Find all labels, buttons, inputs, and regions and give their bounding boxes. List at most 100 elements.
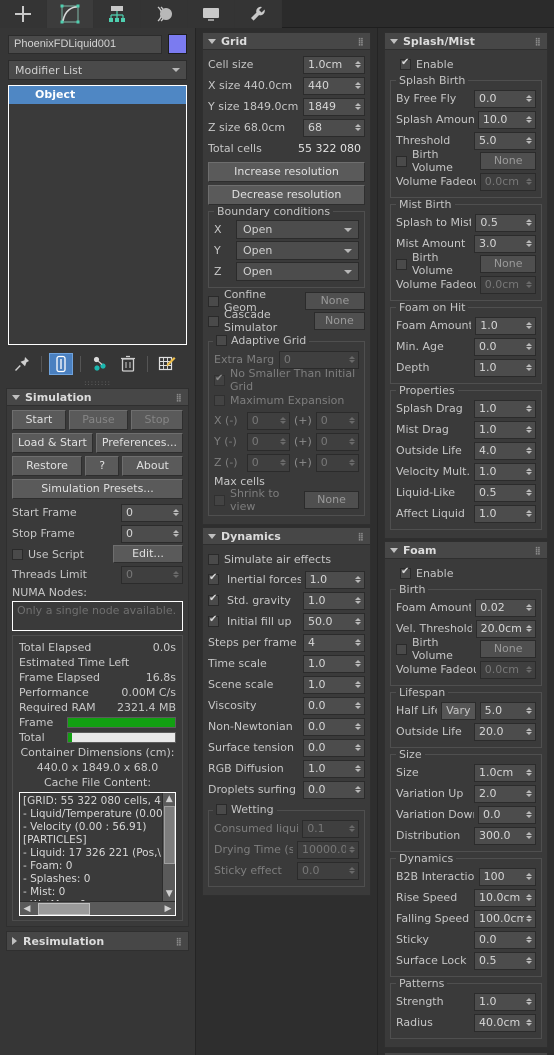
radius-spinner[interactable]: 40.0cm: [474, 1013, 536, 1032]
threshold-spinner[interactable]: 5.0: [474, 131, 536, 150]
size-spinner[interactable]: 1.0cm: [474, 763, 536, 782]
load-and-start-button[interactable]: Load & Start: [12, 433, 93, 453]
utilities-tab[interactable]: [235, 0, 282, 28]
depth-spinner[interactable]: 1.0: [474, 358, 536, 377]
show-end-result-icon[interactable]: [49, 353, 73, 375]
rgb-diffusion-spinner[interactable]: 1.0: [303, 759, 365, 778]
vscroll-track[interactable]: [163, 864, 175, 888]
spinner-arrows-icon[interactable]: [523, 662, 535, 678]
spinner-arrows-icon[interactable]: [523, 890, 535, 906]
scene-scale-spinner[interactable]: 1.0: [303, 675, 365, 694]
create-tab[interactable]: [0, 0, 47, 28]
half-life-spinner[interactable]: 5.0: [479, 701, 536, 720]
foam-outside-life-spinner[interactable]: 20.0: [474, 722, 536, 741]
modifier-list-dropdown[interactable]: Modifier List: [8, 60, 187, 80]
spinner-arrows-icon[interactable]: [346, 821, 358, 837]
adaptive-x-plus-spinner[interactable]: 0: [315, 411, 359, 430]
decrease-resolution-button[interactable]: Decrease resolution: [208, 185, 365, 205]
mist-birth-volume-checkbox[interactable]: [396, 258, 407, 270]
adaptive-y-minus-spinner[interactable]: 0: [246, 432, 290, 451]
spinner-arrows-icon[interactable]: [346, 413, 358, 429]
spinner-arrows-icon[interactable]: [523, 174, 535, 190]
spinner-arrows-icon[interactable]: [523, 91, 535, 107]
spinner-arrows-icon[interactable]: [523, 600, 535, 616]
spinner-arrows-icon[interactable]: [352, 677, 364, 693]
spinner-arrows-icon[interactable]: [523, 464, 535, 480]
threads-limit-spinner[interactable]: 0: [121, 565, 183, 584]
panel-grip[interactable]: ::::::::: [0, 379, 195, 388]
falling-speed-spinner[interactable]: 100.0cm: [474, 909, 536, 928]
spinner-arrows-icon[interactable]: [170, 526, 182, 542]
spinner-arrows-icon[interactable]: [523, 485, 535, 501]
spinner-arrows-icon[interactable]: [352, 78, 364, 94]
y-size-spinner[interactable]: 1849: [303, 97, 365, 116]
spinner-arrows-icon[interactable]: [170, 505, 182, 521]
spinner-arrows-icon[interactable]: [346, 434, 358, 450]
cache-file-content-text[interactable]: [GRID: 55 322 080 cells, 4- Liquid/Tempe…: [20, 793, 163, 901]
initial-fill-up-checkbox[interactable]: [208, 614, 219, 627]
mist-volume-fadeout-spinner[interactable]: 0.0cm: [479, 275, 536, 294]
foam-birth-volume-target-button[interactable]: None: [480, 640, 536, 658]
spinner-arrows-icon[interactable]: [352, 740, 364, 756]
modify-tab[interactable]: [47, 0, 94, 28]
splash-drag-spinner[interactable]: 1.0: [474, 399, 536, 418]
mist-drag-spinner[interactable]: 1.0: [474, 420, 536, 439]
initial-fill-up-spinner[interactable]: 50.0: [303, 612, 365, 631]
inertial-forces-checkbox[interactable]: [208, 572, 219, 585]
start-frame-spinner[interactable]: 0: [121, 503, 183, 522]
spinner-arrows-icon[interactable]: [346, 352, 358, 368]
numa-nodes-list[interactable]: Only a single node available.: [12, 601, 183, 631]
spinner-arrows-icon[interactable]: [523, 765, 535, 781]
start-button[interactable]: Start: [12, 410, 66, 430]
spinner-arrows-icon[interactable]: [352, 120, 364, 136]
velocity-mult-spinner[interactable]: 1.0: [474, 462, 536, 481]
scroll-up-icon[interactable]: ▲: [166, 793, 173, 806]
spinner-arrows-icon[interactable]: [523, 112, 535, 128]
spinner-arrows-icon[interactable]: [352, 656, 364, 672]
boundary-x-dropdown[interactable]: Open: [236, 220, 359, 239]
half-life-vary-button[interactable]: Vary: [441, 701, 476, 720]
by-free-fly-spinner[interactable]: 0.0: [474, 89, 536, 108]
spinner-arrows-icon[interactable]: [523, 318, 535, 334]
object-color-swatch[interactable]: [168, 34, 187, 54]
spinner-arrows-icon[interactable]: [352, 782, 364, 798]
remove-modifier-icon[interactable]: [116, 353, 140, 375]
splash-mist-rollout-header[interactable]: Splash/Mist ⣿: [384, 32, 548, 50]
spinner-arrows-icon[interactable]: [523, 1015, 535, 1031]
simulation-rollout-header[interactable]: Simulation ⣿: [6, 388, 189, 406]
spinner-arrows-icon[interactable]: [346, 842, 358, 858]
spinner-arrows-icon[interactable]: [346, 863, 358, 879]
preferences-button[interactable]: Preferences...: [95, 433, 183, 453]
variation-down-spinner[interactable]: 0.0: [477, 805, 536, 824]
spinner-arrows-icon[interactable]: [523, 236, 535, 252]
boundary-z-dropdown[interactable]: Open: [236, 262, 359, 281]
foam-enable-checkbox[interactable]: [400, 566, 411, 579]
about-button[interactable]: About: [122, 456, 184, 476]
splash-birth-volume-target-button[interactable]: None: [480, 152, 536, 170]
dynamics-rollout-header[interactable]: Dynamics ⣿: [202, 527, 371, 545]
std-gravity-spinner[interactable]: 1.0: [303, 591, 365, 610]
splash-to-mist-spinner[interactable]: 0.5: [475, 213, 536, 232]
motion-tab[interactable]: [141, 0, 188, 28]
steps-per-frame-spinner[interactable]: 4: [303, 633, 365, 652]
b2b-interaction-spinner[interactable]: 100: [478, 867, 536, 886]
foam-amount-spinner[interactable]: 0.02: [475, 598, 536, 617]
spinner-arrows-icon[interactable]: [523, 422, 535, 438]
std-gravity-checkbox[interactable]: [208, 593, 219, 606]
adaptive-z-minus-spinner[interactable]: 0: [246, 453, 290, 472]
surface-lock-spinner[interactable]: 0.5: [474, 951, 536, 970]
rise-speed-spinner[interactable]: 10.0cm: [474, 888, 536, 907]
liquid-like-spinner[interactable]: 0.5: [474, 483, 536, 502]
wetting-checkbox[interactable]: [216, 804, 227, 815]
sticky-effect-spinner[interactable]: 0.0: [297, 861, 359, 880]
adaptive-x-minus-spinner[interactable]: 0: [246, 411, 290, 430]
foam-rollout-header[interactable]: Foam ⣿: [384, 541, 548, 559]
modifier-stack[interactable]: Object: [8, 85, 187, 345]
spinner-arrows-icon[interactable]: [523, 133, 535, 149]
stop-frame-spinner[interactable]: 0: [121, 524, 183, 543]
inertial-forces-spinner[interactable]: 1.0: [304, 570, 365, 589]
edit-script-button[interactable]: Edit...: [113, 545, 183, 563]
configure-modifier-sets-icon[interactable]: [155, 353, 179, 375]
spinner-arrows-icon[interactable]: [277, 413, 289, 429]
spinner-arrows-icon[interactable]: [523, 807, 535, 823]
